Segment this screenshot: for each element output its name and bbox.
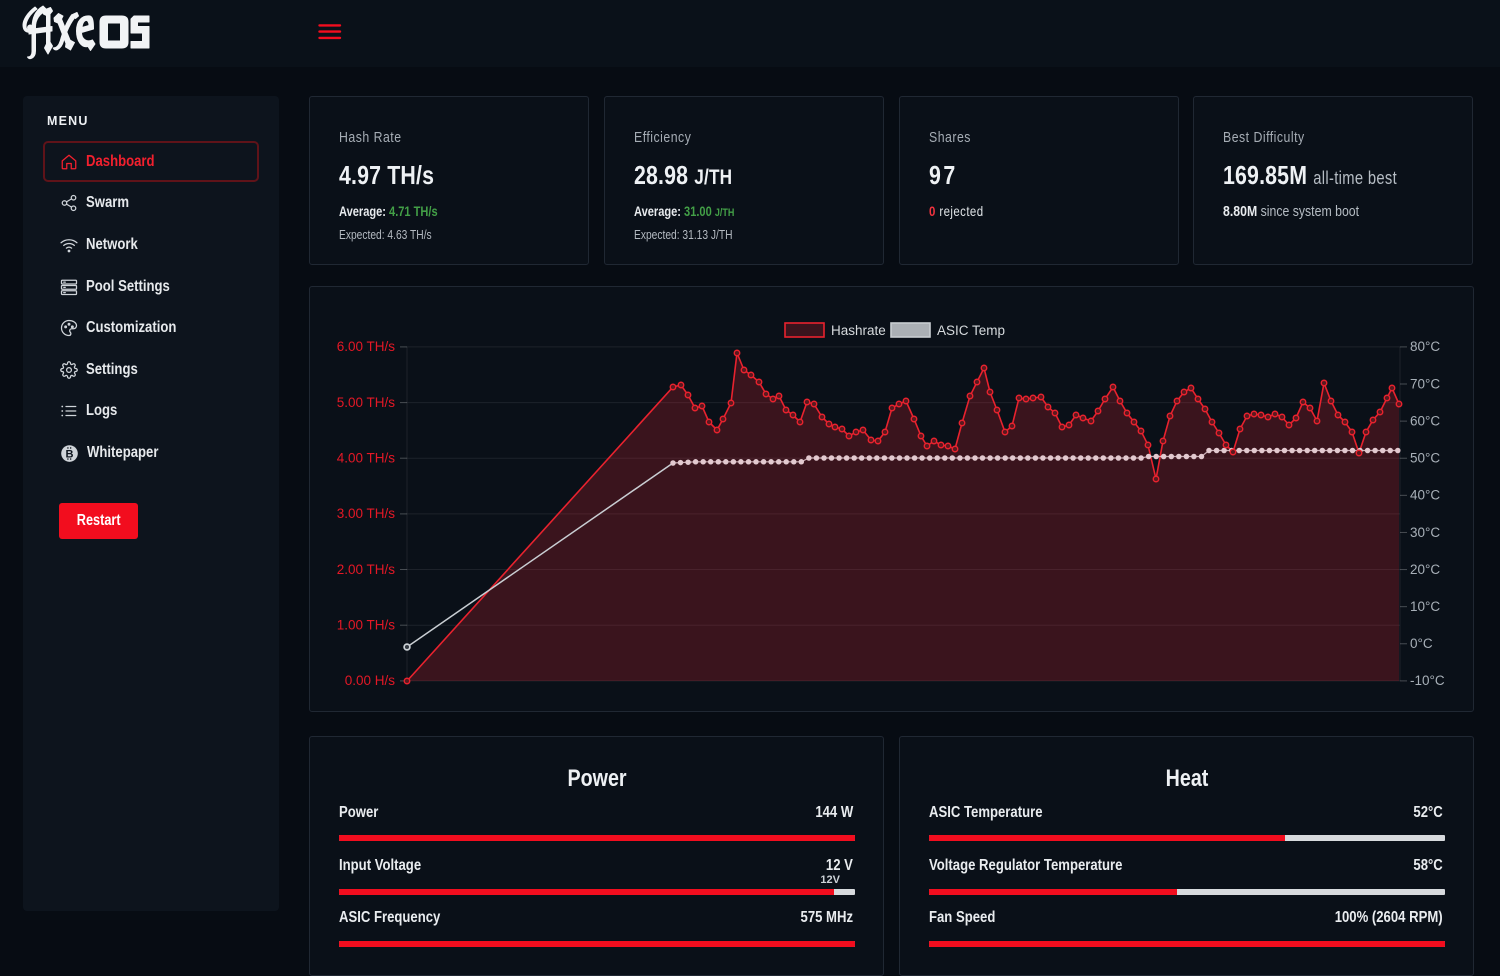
svg-text:70°C: 70°C xyxy=(1410,376,1440,391)
svg-text:0°C: 0°C xyxy=(1410,636,1433,651)
svg-text:0.00 H/s: 0.00 H/s xyxy=(345,673,396,688)
svg-text:4.00 TH/s: 4.00 TH/s xyxy=(337,451,396,466)
svg-text:20°C: 20°C xyxy=(1410,562,1440,577)
svg-text:ASIC Temp: ASIC Temp xyxy=(937,323,1005,338)
svg-text:Hashrate: Hashrate xyxy=(831,323,886,338)
svg-text:-10°C: -10°C xyxy=(1410,673,1445,688)
svg-text:5.00 TH/s: 5.00 TH/s xyxy=(337,395,396,410)
svg-text:6.00 TH/s: 6.00 TH/s xyxy=(337,339,396,354)
svg-text:30°C: 30°C xyxy=(1410,525,1440,540)
svg-text:B: B xyxy=(65,448,73,460)
svg-text:2.00 TH/s: 2.00 TH/s xyxy=(337,562,396,577)
svg-text:1.00 TH/s: 1.00 TH/s xyxy=(337,618,396,633)
svg-text:60°C: 60°C xyxy=(1410,413,1440,428)
svg-text:80°C: 80°C xyxy=(1410,339,1440,354)
svg-text:3.00 TH/s: 3.00 TH/s xyxy=(337,506,396,521)
svg-text:10°C: 10°C xyxy=(1410,599,1440,614)
svg-text:50°C: 50°C xyxy=(1410,451,1440,466)
svg-text:40°C: 40°C xyxy=(1410,488,1440,503)
